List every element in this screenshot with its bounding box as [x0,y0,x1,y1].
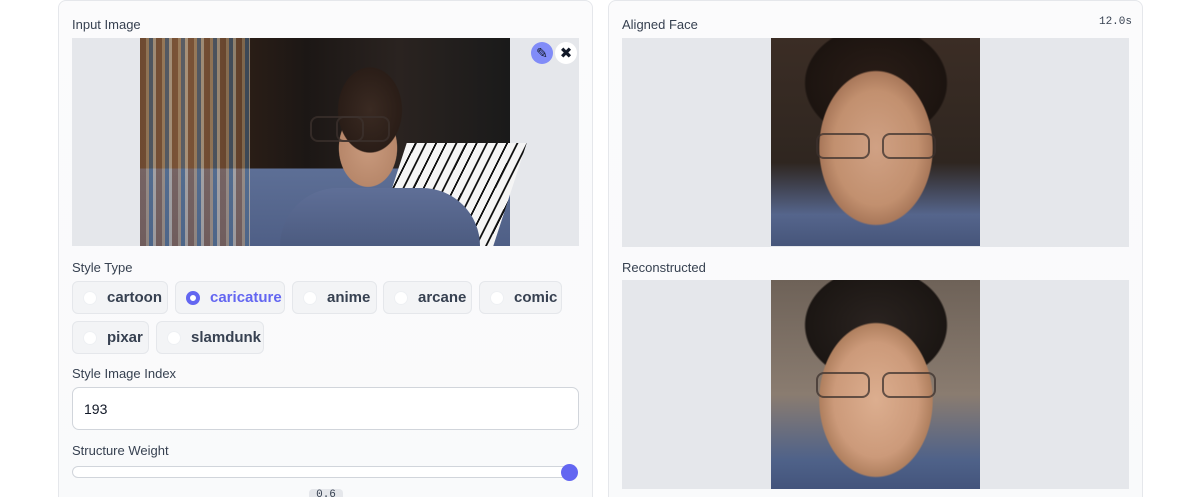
sweater-graphic [280,188,480,246]
bookshelf-graphic [140,38,250,246]
structure-weight-value: 0.6 [309,489,343,497]
pencil-icon: ✎ [536,45,548,61]
glasses-graphic [816,133,936,159]
radio-circle-icon [167,330,181,345]
input-image-dropzone[interactable] [72,38,579,246]
aligned-face-frame [622,38,1129,247]
radio-circle-icon [394,290,408,305]
input-image-label: Input Image [72,17,141,32]
style-option-label: arcane [418,289,467,306]
glasses-graphic [310,116,390,142]
style-option-comic[interactable]: comic [479,281,562,314]
style-option-label: anime [327,289,371,306]
slider-thumb[interactable] [561,464,578,481]
aligned-face-label: Aligned Face [622,17,698,32]
close-icon: ✖ [559,44,573,62]
style-index-label: Style Image Index [72,366,177,381]
input-panel: Input Image ✎ ✖ Style Type cartoon caric… [58,0,593,497]
reconstructed-label: Reconstructed [622,260,706,275]
style-option-slamdunk[interactable]: slamdunk [156,321,264,354]
reconstructed-image [771,280,980,489]
clear-image-button[interactable]: ✖ [555,42,577,64]
structure-weight-slider[interactable] [72,466,572,478]
aligned-face-image [771,38,980,246]
style-option-label: caricature [210,289,282,306]
radio-circle-icon [83,290,97,305]
glasses-graphic [816,372,936,398]
style-option-caricature[interactable]: caricature [175,281,285,314]
radio-circle-icon [490,290,504,305]
edit-image-button[interactable]: ✎ [531,42,553,64]
output-panel: Aligned Face 12.0s Reconstructed [608,0,1143,497]
style-option-label: comic [514,289,558,306]
style-option-pixar[interactable]: pixar [72,321,149,354]
style-option-label: slamdunk [191,329,262,346]
style-option-label: cartoon [107,289,163,306]
reconstructed-frame [622,280,1129,489]
style-option-label: pixar [107,329,143,346]
style-option-cartoon[interactable]: cartoon [72,281,168,314]
timer-badge: 12.0s [1098,16,1132,28]
style-option-anime[interactable]: anime [292,281,377,314]
style-option-arcane[interactable]: arcane [383,281,472,314]
radio-circle-icon [303,290,317,305]
style-type-label: Style Type [72,260,133,275]
input-photo [140,38,527,246]
radio-checked-icon [186,290,200,305]
style-index-input[interactable] [72,387,579,430]
radio-circle-icon [83,330,97,345]
structure-weight-label: Structure Weight [72,443,169,458]
